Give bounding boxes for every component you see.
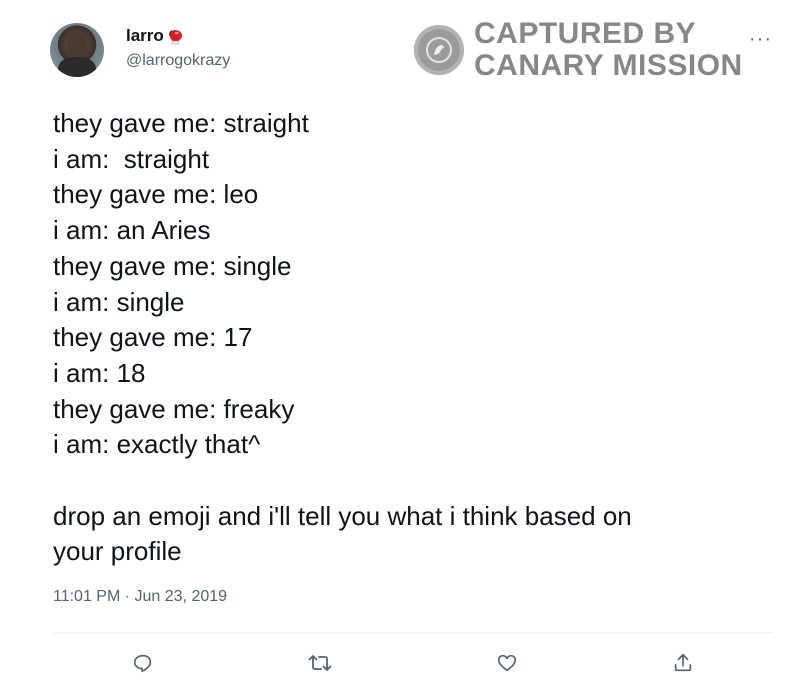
tweet-line: they gave me: 17 (53, 322, 253, 353)
tweet-line: they gave me: leo (53, 179, 259, 210)
watermark-text: CAPTURED BY CANARY MISSION (474, 18, 743, 82)
tweet-line: i am: an Aries (53, 215, 211, 246)
like-icon[interactable] (492, 648, 522, 678)
canary-mission-watermark: CAPTURED BY CANARY MISSION (414, 18, 743, 82)
more-options-icon[interactable]: ··· (749, 28, 772, 51)
tweet-line: your profile (53, 536, 182, 567)
avatar-face (67, 33, 87, 57)
tweet-line: they gave me: freaky (53, 393, 295, 424)
tweet-line: i am: single (53, 286, 185, 317)
tweet-author: larro @larrogokrazy (126, 26, 230, 70)
watermark-line-1: CAPTURED BY (474, 17, 697, 50)
canary-logo-icon (414, 25, 464, 75)
tweet-line: they gave me: single (53, 250, 292, 281)
share-icon[interactable] (668, 648, 698, 678)
tweet-line: i am: 18 (53, 357, 146, 388)
tweet-line: i am: straight (53, 143, 210, 174)
avatar[interactable] (50, 23, 104, 77)
tweet-line: i am: exactly that^ (53, 429, 261, 460)
reply-icon[interactable] (128, 648, 158, 678)
author-name[interactable]: larro (126, 26, 164, 46)
tweet-actions (0, 648, 800, 678)
author-name-row[interactable]: larro (126, 26, 230, 46)
boxing-glove-emoji-icon (166, 27, 184, 45)
tweet-text: they gave me: straight i am: straight th… (53, 106, 753, 570)
avatar-body (58, 57, 96, 77)
divider (53, 632, 773, 633)
watermark-line-2: CANARY MISSION (474, 49, 743, 82)
tweet-timestamp[interactable]: 11:01 PM · Jun 23, 2019 (53, 588, 227, 606)
author-handle[interactable]: @larrogokrazy (126, 52, 230, 70)
tweet-line: drop an emoji and i'll tell you what i t… (53, 500, 632, 531)
retweet-icon[interactable] (305, 648, 335, 678)
tweet-line: they gave me: straight (53, 108, 309, 138)
